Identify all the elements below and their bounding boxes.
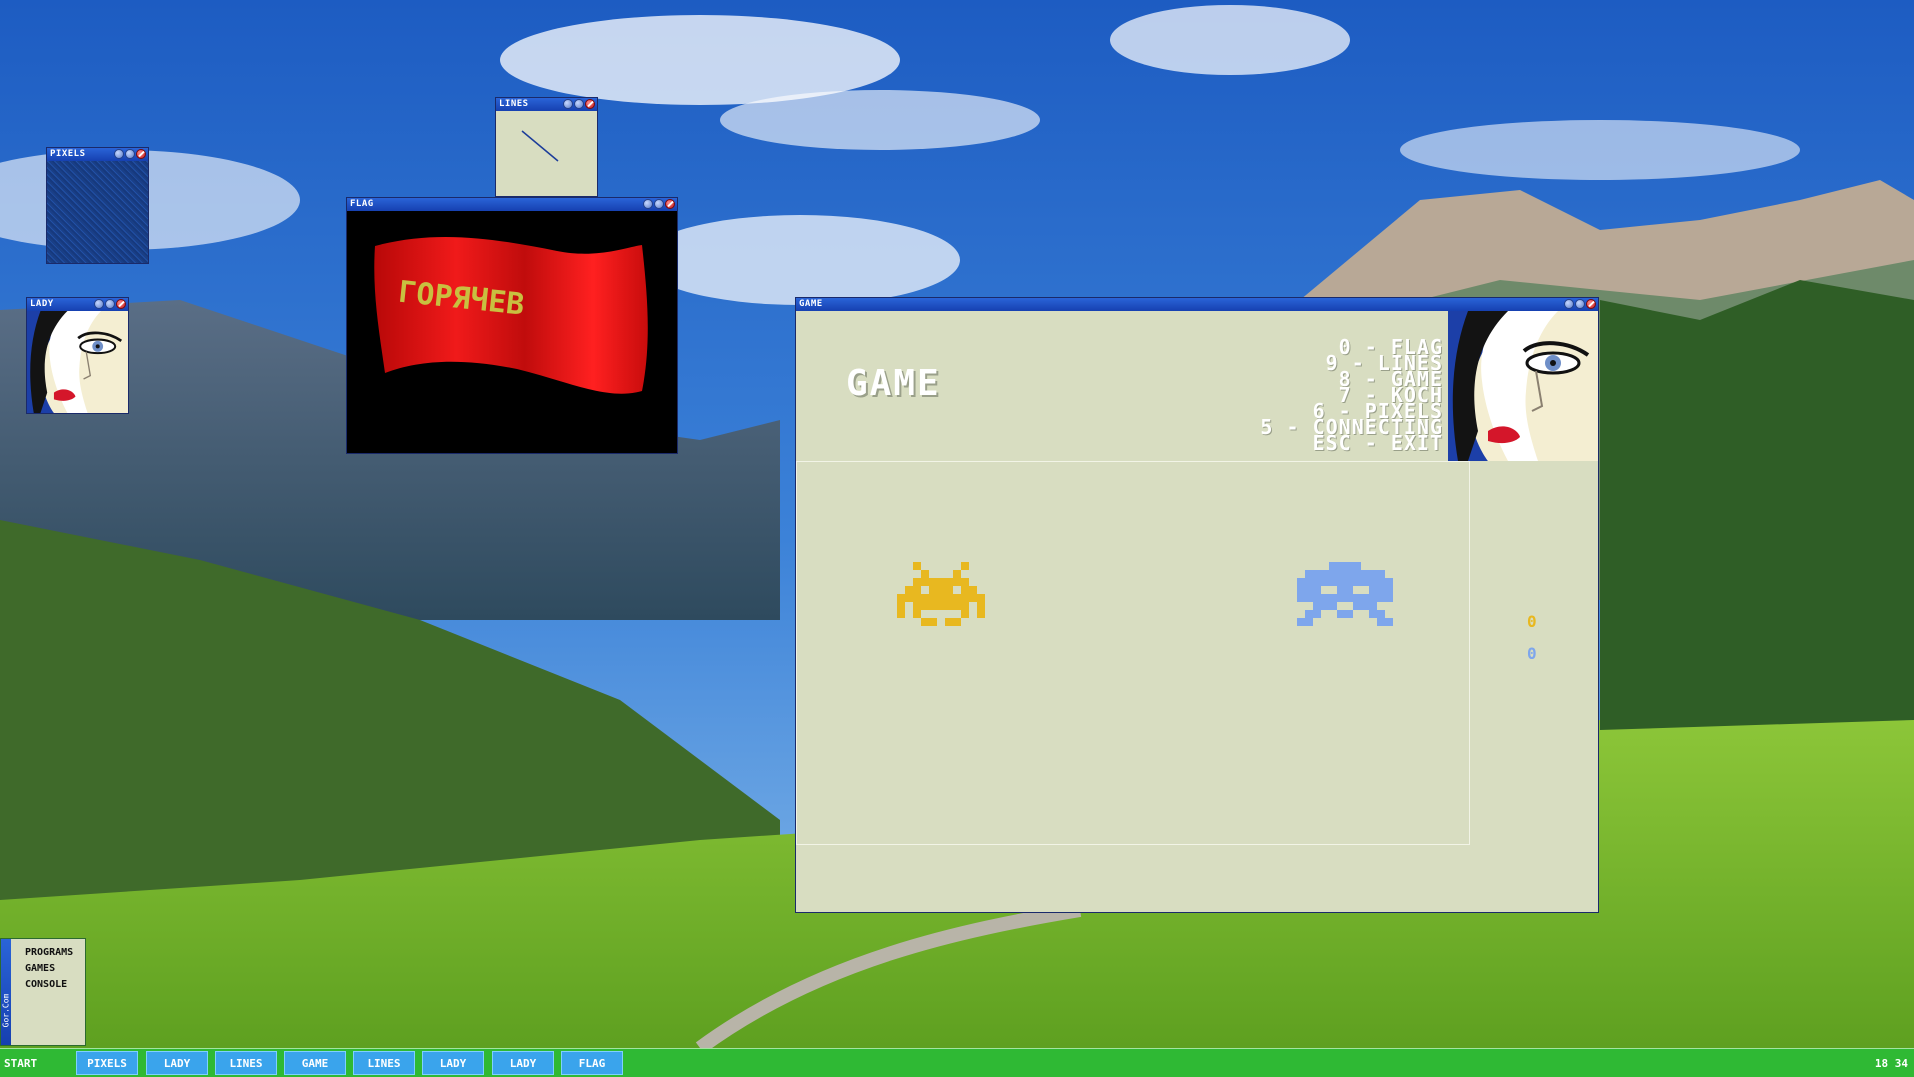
minimize-icon[interactable] xyxy=(114,149,124,159)
maximize-icon[interactable] xyxy=(125,149,135,159)
lady-window-title: LADY xyxy=(30,299,54,309)
pixels-window-title: PIXELS xyxy=(50,149,86,159)
game-menu: 0 - FLAG 9 - LINES 8 - GAME 7 - KOCH 6 -… xyxy=(1260,337,1443,453)
blue-invader-icon xyxy=(1297,562,1393,626)
maximize-icon[interactable] xyxy=(1575,299,1585,309)
start-menu-side-strip: Gor.Com xyxy=(1,939,11,1045)
game-lady-portrait xyxy=(1448,311,1598,461)
task-lady[interactable]: LADY xyxy=(146,1051,208,1075)
close-icon[interactable] xyxy=(116,299,126,309)
maximize-icon[interactable] xyxy=(105,299,115,309)
lady-window-titlebar[interactable]: LADY xyxy=(27,298,128,311)
yellow-invader-icon xyxy=(897,562,985,626)
lines-window[interactable]: LINES xyxy=(495,97,598,197)
flag-window[interactable]: FLAG ГОРЯЧЕВ xyxy=(346,197,678,454)
minimize-icon[interactable] xyxy=(94,299,104,309)
game-window-title: GAME xyxy=(799,299,823,309)
start-menu-programs[interactable]: PROGRAMS xyxy=(25,947,73,958)
minimize-icon[interactable] xyxy=(563,99,573,109)
task-lines[interactable]: LINES xyxy=(215,1051,277,1075)
close-icon[interactable] xyxy=(585,99,595,109)
task-game[interactable]: GAME xyxy=(284,1051,346,1075)
lady-portrait-image xyxy=(1448,311,1598,461)
close-icon[interactable] xyxy=(665,199,675,209)
flag-window-title: FLAG xyxy=(350,199,374,209)
lines-window-title: LINES xyxy=(499,99,529,109)
flag-window-titlebar[interactable]: FLAG xyxy=(347,198,677,211)
start-button[interactable]: START xyxy=(4,1057,37,1070)
lady-portrait-image xyxy=(27,311,128,413)
task-lady[interactable]: LADY xyxy=(492,1051,554,1075)
pixels-window[interactable]: PIXELS xyxy=(46,147,149,264)
taskbar-clock: 18 34 xyxy=(1874,1057,1908,1070)
lines-canvas xyxy=(521,130,559,162)
taskbar: START PIXELS LADY LINES GAME LINES LADY … xyxy=(0,1048,1914,1077)
game-play-area[interactable] xyxy=(796,461,1470,845)
start-menu-console[interactable]: CONSOLE xyxy=(25,979,67,990)
lady-window[interactable]: LADY xyxy=(26,297,129,414)
pixels-noise-canvas xyxy=(47,161,148,263)
start-menu-games[interactable]: GAMES xyxy=(25,963,55,974)
maximize-icon[interactable] xyxy=(654,199,664,209)
lines-window-titlebar[interactable]: LINES xyxy=(496,98,597,111)
score-blue: 0 xyxy=(1527,644,1537,663)
waving-flag: ГОРЯЧЕВ xyxy=(374,236,648,394)
task-pixels[interactable]: PIXELS xyxy=(76,1051,138,1075)
close-icon[interactable] xyxy=(1586,299,1596,309)
maximize-icon[interactable] xyxy=(574,99,584,109)
minimize-icon[interactable] xyxy=(1564,299,1574,309)
minimize-icon[interactable] xyxy=(643,199,653,209)
task-lines[interactable]: LINES xyxy=(353,1051,415,1075)
game-heading: GAME xyxy=(846,363,941,404)
start-menu: Gor.Com PROGRAMS GAMES CONSOLE xyxy=(0,938,86,1046)
close-icon[interactable] xyxy=(136,149,146,159)
game-window-titlebar[interactable]: GAME xyxy=(796,298,1598,311)
task-lady[interactable]: LADY xyxy=(422,1051,484,1075)
start-menu-side-label: Gor.Com xyxy=(1,993,11,1028)
task-flag[interactable]: FLAG xyxy=(561,1051,623,1075)
game-window[interactable]: GAME GAME 0 - FLAG 9 - LINES 8 - GAME 7 … xyxy=(795,297,1599,913)
score-yellow: 0 xyxy=(1527,612,1537,631)
pixels-window-titlebar[interactable]: PIXELS xyxy=(47,148,148,161)
